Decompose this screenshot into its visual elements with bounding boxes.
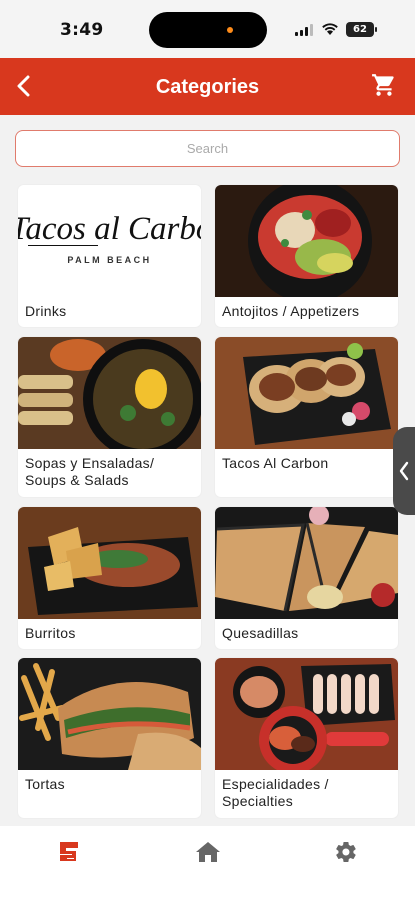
- category-label: Antojitos / Appetizers: [222, 303, 360, 319]
- category-card-quesadillas[interactable]: Quesadillas: [215, 507, 398, 649]
- category-image-soups-salads: [18, 337, 201, 449]
- search-input[interactable]: [16, 131, 399, 166]
- wifi-icon: [322, 23, 338, 35]
- category-image-drinks: Tacos al Carbon PALM BEACH: [18, 185, 201, 297]
- bottom-tab-bar: [0, 826, 415, 900]
- category-image-burritos: [18, 507, 201, 619]
- tab-menu[interactable]: [53, 836, 85, 868]
- restaurant-logo: Tacos al Carbon: [18, 211, 201, 247]
- chevron-left-icon: [399, 461, 409, 481]
- category-card-tacos[interactable]: Tacos Al Carbon: [215, 337, 398, 497]
- cart-icon: [372, 74, 394, 96]
- category-label: Quesadillas: [222, 625, 299, 641]
- battery-icon: 62: [346, 22, 377, 37]
- category-card-soups-salads[interactable]: Sopas y Ensaladas/ Soups & Salads: [18, 337, 201, 497]
- search-box: [15, 130, 400, 167]
- tab-home[interactable]: [192, 836, 224, 868]
- category-label: Sopas y Ensaladas/ Soups & Salads: [25, 455, 155, 488]
- header: Categories: [0, 58, 415, 115]
- signal-icon: [295, 24, 315, 36]
- recording-indicator: [227, 27, 233, 33]
- status-time: 3:49: [60, 20, 104, 40]
- category-image-tacos: [215, 337, 398, 449]
- menu-logo-icon: [60, 842, 78, 861]
- category-card-specialties[interactable]: Especialidades / Specialties: [215, 658, 398, 818]
- side-drawer-handle[interactable]: [393, 427, 415, 515]
- category-card-drinks[interactable]: Tacos al Carbon PALM BEACH Drinks: [18, 185, 201, 327]
- category-label: Especialidades / Specialties: [222, 776, 329, 809]
- cart-button[interactable]: [371, 72, 401, 102]
- dynamic-island: [149, 12, 267, 48]
- tab-settings[interactable]: [330, 836, 362, 868]
- home-icon: [196, 842, 220, 862]
- page-title: Categories: [155, 76, 260, 98]
- category-card-appetizers[interactable]: Antojitos / Appetizers: [215, 185, 398, 327]
- battery-level: 62: [353, 24, 367, 35]
- status-bar: 3:49 62: [0, 0, 415, 58]
- restaurant-logo-subtext: PALM BEACH: [67, 255, 152, 265]
- category-image-quesadillas: [215, 507, 398, 619]
- category-label: Tacos Al Carbon: [222, 455, 329, 471]
- category-label: Drinks: [25, 303, 67, 319]
- category-image-specialties: [215, 658, 398, 770]
- category-label: Tortas: [25, 776, 65, 792]
- category-image-tortas: [18, 658, 201, 770]
- category-card-tortas[interactable]: Tortas: [18, 658, 201, 818]
- category-card-burritos[interactable]: Burritos: [18, 507, 201, 649]
- category-label: Burritos: [25, 625, 76, 641]
- gear-icon: [336, 842, 356, 863]
- category-image-appetizers: [215, 185, 398, 297]
